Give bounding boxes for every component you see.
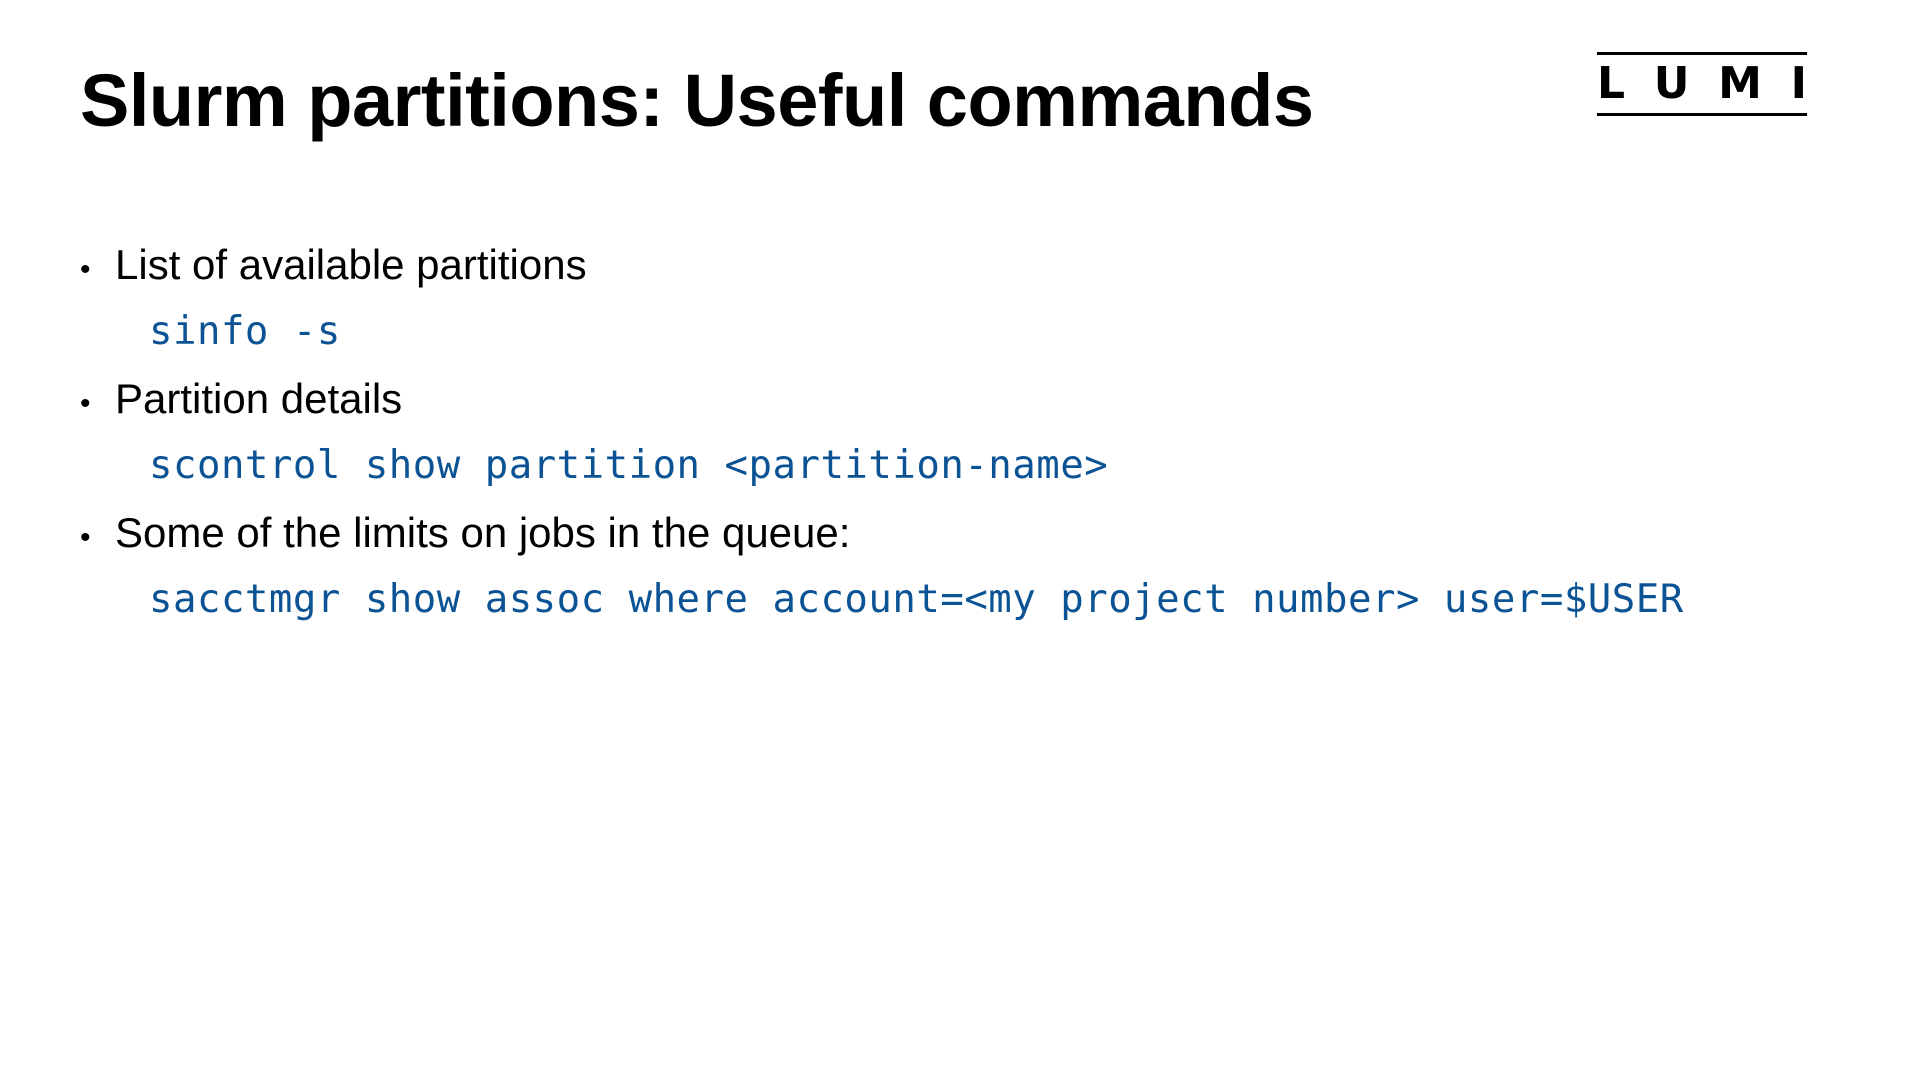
logo-bottom-rule [1597,113,1807,116]
logo-letter: L [1597,58,1626,109]
list-item: • Some of the limits on jobs in the queu… [80,500,1684,634]
bullet-text: List of available partitions [115,241,587,288]
bullet-list: • List of available partitions sinfo -s … [80,232,1684,634]
bullet-text: Some of the limits on jobs in the queue: [115,509,851,556]
logo-letter: U [1653,58,1690,109]
lumi-logo: L U M I [1597,52,1807,116]
list-item: • Partition details scontrol show partit… [80,366,1684,500]
code-command: sacctmgr show assoc where account=<my pr… [149,577,1684,622]
logo-letter: I [1790,58,1807,109]
bullet-text: Partition details [115,375,403,422]
bullet-icon: • [80,387,91,420]
slide-title: Slurm partitions: Useful commands [80,59,1314,142]
list-item: • List of available partitions sinfo -s [80,232,1684,366]
logo-letter: M [1718,58,1762,109]
logo-letters: L U M I [1597,60,1807,108]
code-command: scontrol show partition <partition-name> [149,443,1109,488]
bullet-icon: • [80,521,91,554]
logo-top-rule [1597,52,1807,55]
bullet-icon: • [80,253,91,286]
code-command: sinfo -s [149,309,341,354]
